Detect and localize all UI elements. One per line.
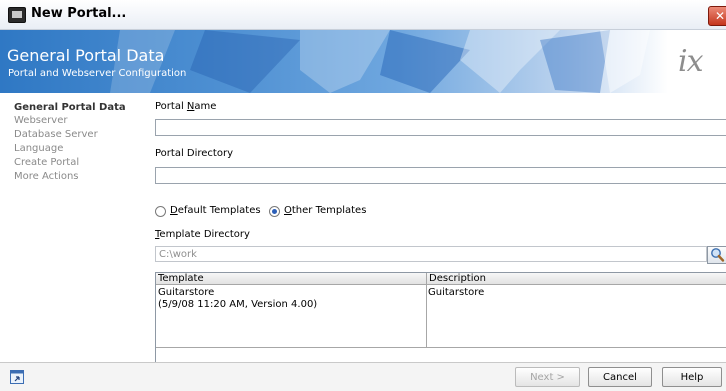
magnifier-icon xyxy=(711,248,725,262)
default-templates-radio[interactable] xyxy=(155,206,166,217)
portal-name-input[interactable] xyxy=(155,119,726,136)
template-name-cell: Guitarstore xyxy=(158,287,215,298)
column-header-description[interactable]: Description xyxy=(427,273,726,285)
template-description-cell: Guitarstore xyxy=(428,287,485,298)
next-button[interactable]: Next > xyxy=(515,367,580,387)
portal-name-label: Portal Name xyxy=(155,101,217,112)
other-templates-label[interactable]: Other Templates xyxy=(284,205,366,216)
column-header-template[interactable]: Template xyxy=(156,273,426,285)
banner-title: General Portal Data xyxy=(7,46,165,65)
template-version-cell: (5/9/08 11:20 AM, Version 4.00) xyxy=(158,299,318,310)
step-webserver: Webserver xyxy=(14,115,68,126)
template-directory-label: Template Directory xyxy=(155,229,250,240)
table-bottom-divider xyxy=(156,347,726,348)
banner-subtitle: Portal and Webserver Configuration xyxy=(8,68,187,79)
cancel-button[interactable]: Cancel xyxy=(588,367,652,387)
template-directory-input[interactable]: C:\work xyxy=(155,246,707,262)
close-button[interactable]: ✕ xyxy=(708,6,726,26)
brand-logo: ix xyxy=(678,44,703,79)
step-more-actions: More Actions xyxy=(14,171,79,182)
default-templates-label[interactable]: Default Templates xyxy=(170,205,261,216)
window-restore-icon[interactable] xyxy=(9,369,25,385)
app-window-icon xyxy=(8,7,26,23)
other-templates-radio[interactable] xyxy=(269,206,280,217)
browse-button[interactable] xyxy=(707,246,726,264)
step-create-portal: Create Portal xyxy=(14,157,80,168)
title-bar: New Portal... ✕ xyxy=(0,0,726,30)
window-title: New Portal... xyxy=(31,6,127,21)
step-language: Language xyxy=(14,143,64,154)
template-table[interactable]: Template Description Guitarstore (5/9/08… xyxy=(155,272,726,364)
step-general-portal-data: General Portal Data xyxy=(14,102,126,113)
column-divider xyxy=(426,273,427,347)
portal-directory-input[interactable] xyxy=(155,167,726,184)
button-bar: Next > Cancel Help xyxy=(0,362,726,391)
step-database-server: Database Server xyxy=(14,129,98,140)
portal-directory-label: Portal Directory xyxy=(155,148,233,159)
header-banner: General Portal Data Portal and Webserver… xyxy=(0,30,726,93)
help-button[interactable]: Help xyxy=(662,367,722,387)
